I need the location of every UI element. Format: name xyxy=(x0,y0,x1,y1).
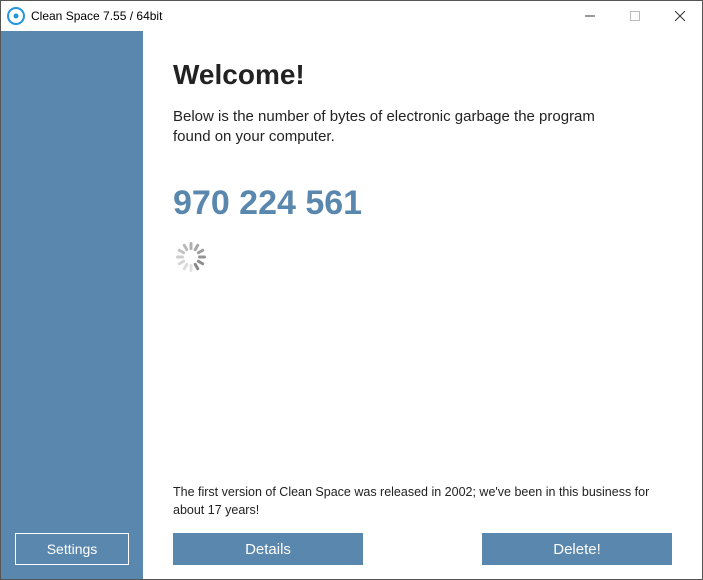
settings-button[interactable]: Settings xyxy=(15,533,129,565)
titlebar: Clean Space 7.55 / 64bit xyxy=(1,1,702,31)
description-text: Below is the number of bytes of electron… xyxy=(173,107,633,148)
loading-spinner-icon xyxy=(175,241,207,273)
sidebar: Settings xyxy=(1,31,143,579)
delete-button[interactable]: Delete! xyxy=(482,533,672,565)
minimize-button[interactable] xyxy=(567,1,612,31)
app-icon xyxy=(7,7,25,25)
window-title: Clean Space 7.55 / 64bit xyxy=(31,9,162,23)
window-controls xyxy=(567,1,702,31)
details-button[interactable]: Details xyxy=(173,533,363,565)
maximize-button xyxy=(612,1,657,31)
welcome-heading: Welcome! xyxy=(173,59,672,91)
main-panel: Welcome! Below is the number of bytes of… xyxy=(143,31,702,579)
footer-note: The first version of Clean Space was rel… xyxy=(173,484,672,519)
client-area: Settings Welcome! Below is the number of… xyxy=(1,31,702,579)
byte-count: 970 224 561 xyxy=(173,184,672,223)
close-button[interactable] xyxy=(657,1,702,31)
action-row: Details Delete! xyxy=(173,533,672,565)
